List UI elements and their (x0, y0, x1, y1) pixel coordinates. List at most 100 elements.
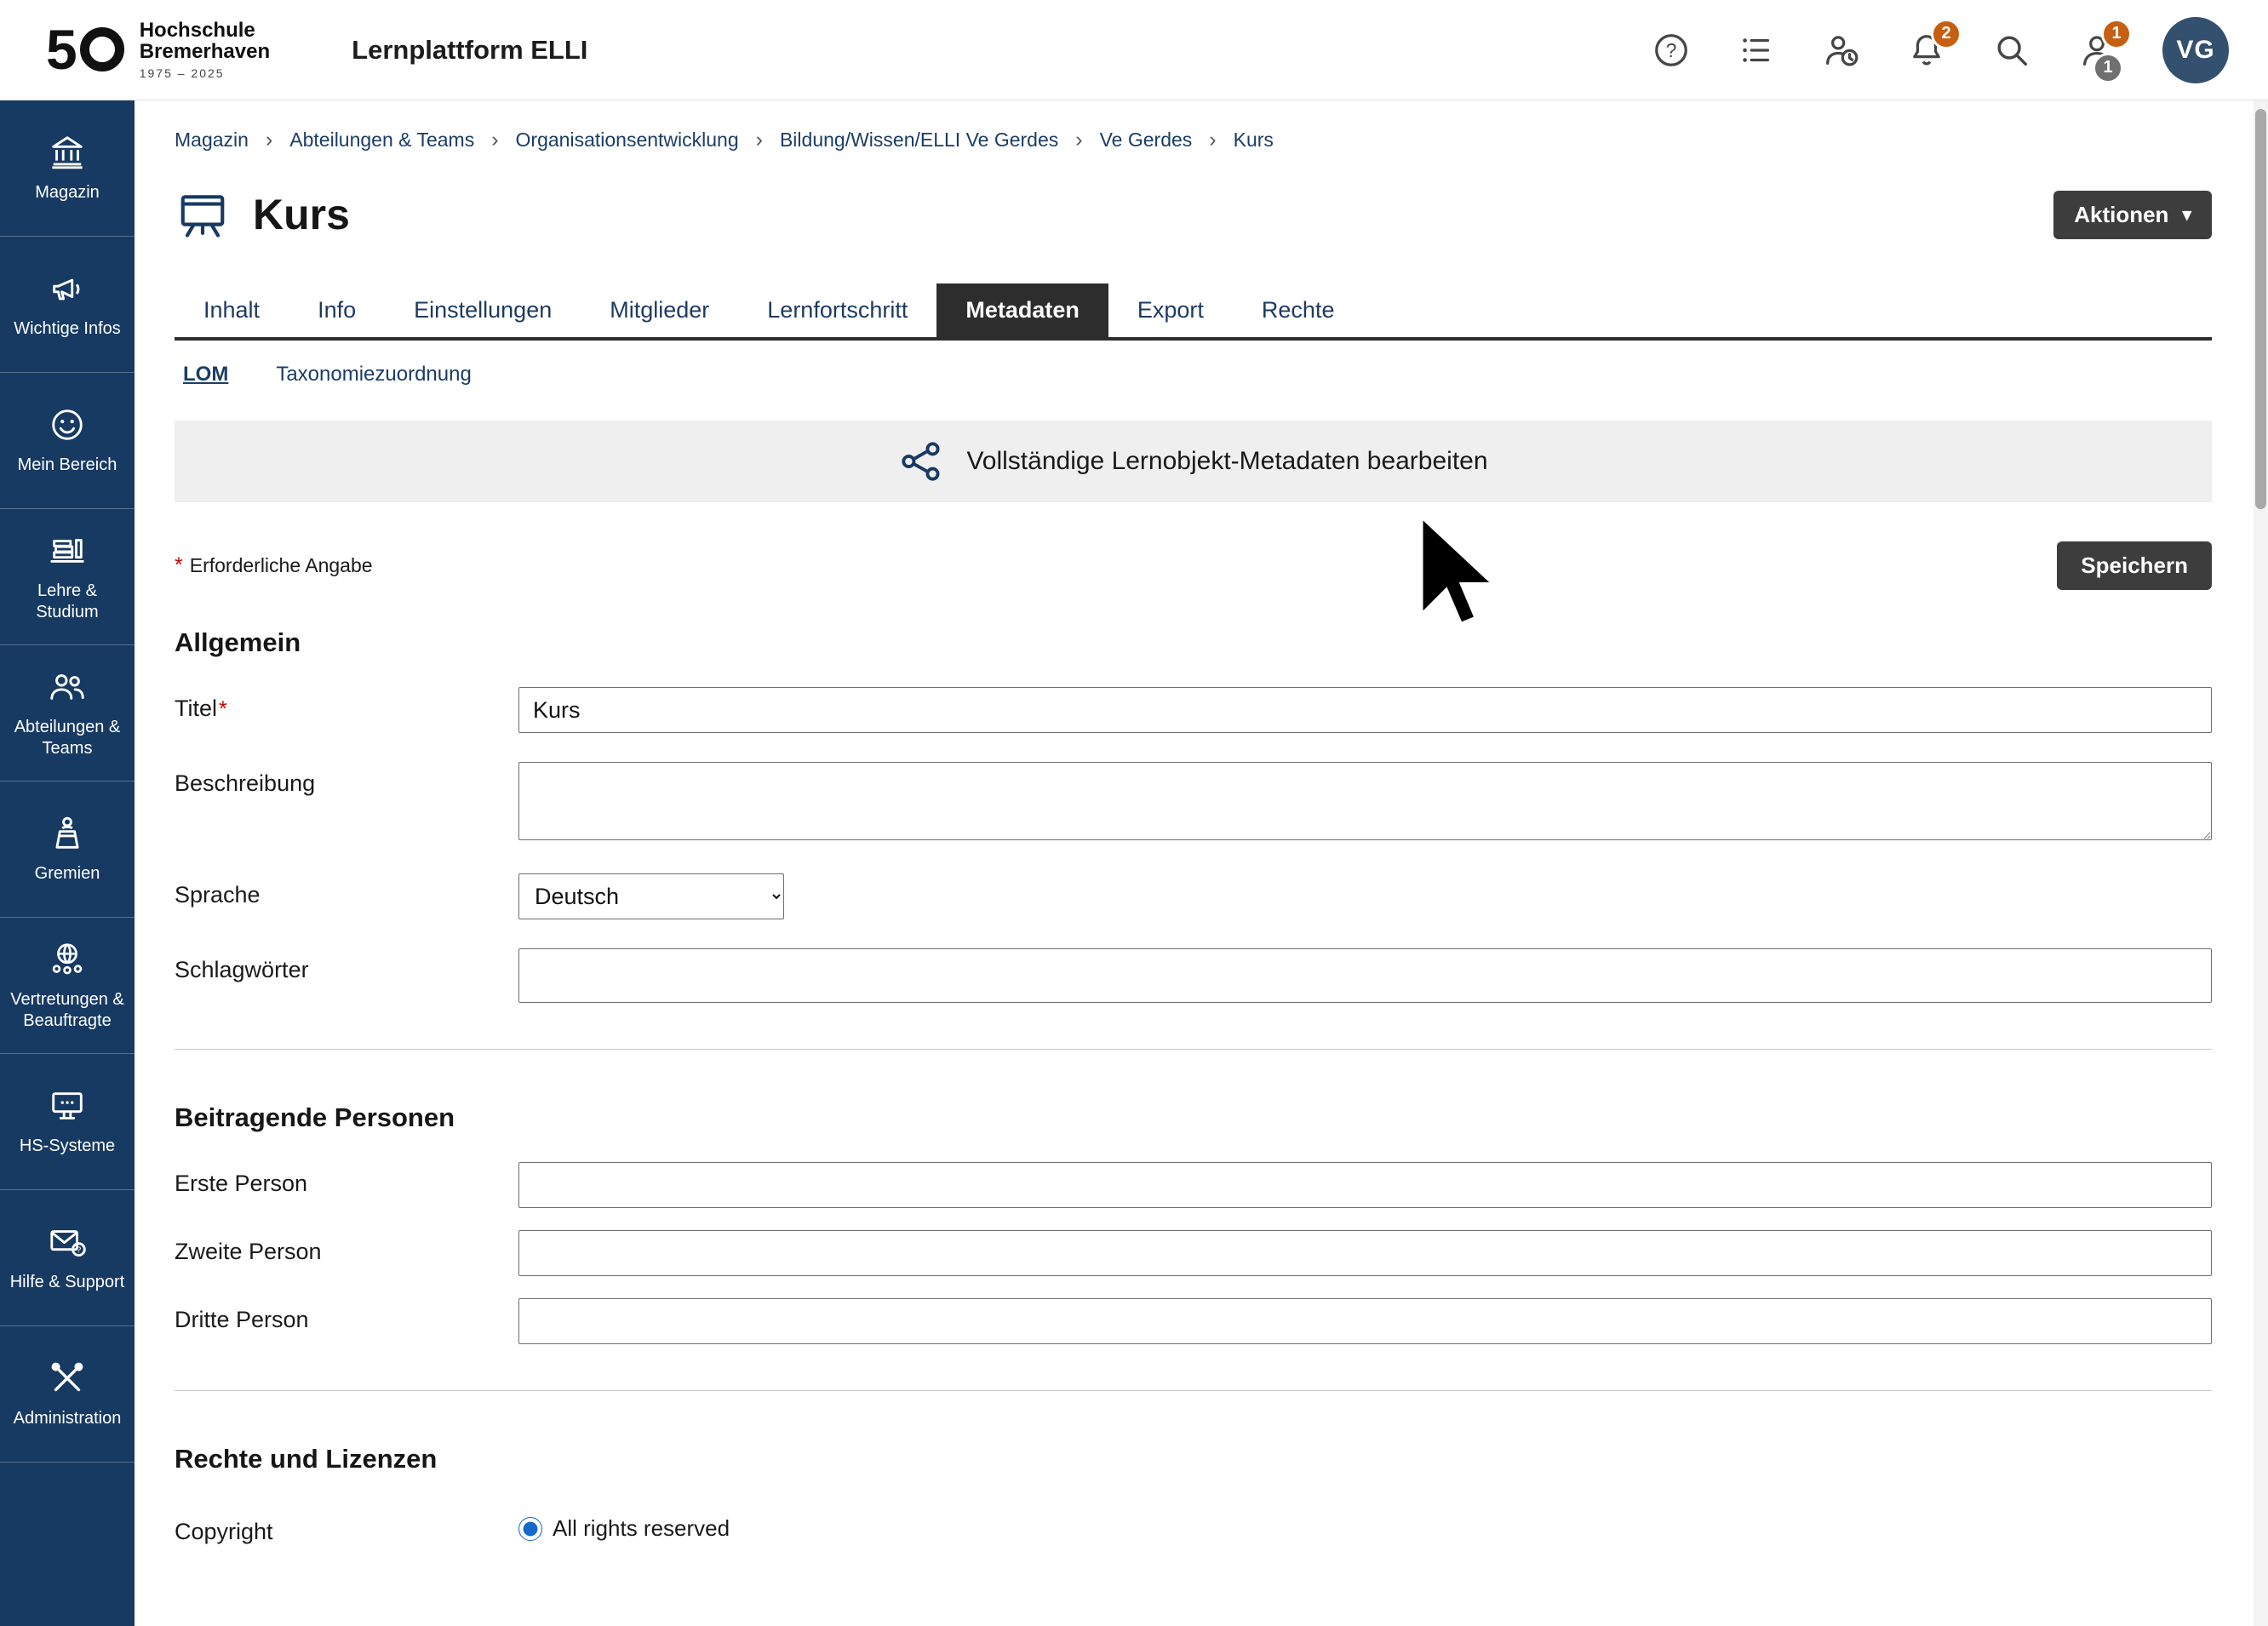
breadcrumb: Magazin Abteilungen & Teams Organisation… (175, 128, 2212, 152)
university-logo: 5 Hochschule Bremerhaven 1975 – 2025 (46, 20, 270, 81)
sidebar-item-label: Wichtige Infos (14, 318, 121, 340)
tab-mitglieder[interactable]: Mitglieder (581, 283, 738, 337)
notifications-bell-icon[interactable]: 2 (1907, 31, 1946, 70)
page-header: Kurs Aktionen (175, 188, 2212, 241)
breadcrumb-item[interactable]: Ve Gerdes (1075, 128, 1192, 152)
form-row-copyright: Copyright All rights reserved (175, 1515, 2212, 1545)
contacts-badge: 1 (2101, 19, 2132, 49)
smiley-icon (48, 405, 87, 444)
tab-lernfortschritt[interactable]: Lernfortschritt (738, 283, 936, 337)
course-board-icon (175, 188, 231, 241)
breadcrumb-item[interactable]: Organisationsentwicklung (491, 128, 738, 152)
breadcrumb-item[interactable]: Bildung/Wissen/ELLI Ve Gerdes (756, 128, 1059, 152)
sidebar-item-label: Gremien (35, 863, 100, 885)
tab-einstellungen[interactable]: Einstellungen (385, 283, 581, 337)
breadcrumb-item[interactable]: Kurs (1209, 128, 1274, 152)
sidebar-item-abteilungen-teams[interactable]: Abteilungen & Teams (0, 645, 135, 782)
top-bar: 5 Hochschule Bremerhaven 1975 – 2025 Ler… (0, 0, 2268, 100)
titel-input[interactable] (518, 687, 2212, 733)
zweite-person-label: Zweite Person (175, 1230, 518, 1265)
form-row-beschreibung: Beschreibung (175, 762, 2212, 844)
form-row-sprache: Sprache Deutsch (175, 873, 2212, 919)
sidebar-item-label: Magazin (35, 182, 100, 203)
monitor-icon (48, 1086, 87, 1125)
banner-label: Vollständige Lernobjekt-Metadaten bearbe… (966, 447, 1487, 476)
user-avatar[interactable]: VG (2162, 17, 2229, 83)
form-row-titel: Titel (175, 687, 2212, 733)
tools-icon (48, 1359, 87, 1398)
globe-people-icon (48, 940, 87, 979)
sidebar-item-hs-systeme[interactable]: HS-Systeme (0, 1054, 135, 1190)
beschreibung-textarea[interactable] (518, 762, 2212, 840)
dritte-person-input[interactable] (518, 1298, 2212, 1344)
required-note: Erforderliche Angabe (175, 553, 373, 578)
breadcrumb-item[interactable]: Abteilungen & Teams (266, 128, 474, 152)
logo-name-line1: Hochschule (140, 20, 270, 42)
actions-dropdown-button[interactable]: Aktionen (2053, 191, 2212, 239)
tab-inhalt[interactable]: Inhalt (175, 283, 289, 337)
section-title-beitragende: Beitragende Personen (175, 1102, 2212, 1133)
section-divider (175, 1390, 2212, 1391)
who-is-online-icon[interactable] (1822, 31, 1861, 70)
copyright-option-label: All rights reserved (553, 1515, 730, 1542)
logo-number: 5 (46, 21, 77, 77)
scrollbar-thumb[interactable] (2255, 109, 2266, 509)
tab-export[interactable]: Export (1108, 283, 1233, 337)
copyright-radio[interactable] (518, 1517, 542, 1541)
zweite-person-input[interactable] (518, 1230, 2212, 1276)
anniversary-50-logo: 5 (46, 21, 124, 77)
notifications-badge: 2 (1931, 19, 1962, 49)
svg-text:?: ? (1666, 39, 1677, 61)
header-actions: ? 2 1 1 VG (1652, 17, 2229, 83)
sidebar-item-gremien[interactable]: Gremien (0, 782, 135, 918)
form-toolbar: Erforderliche Angabe Speichern (175, 541, 2212, 590)
section-title-rechte: Rechte und Lizenzen (175, 1444, 2212, 1474)
search-icon[interactable] (1992, 31, 2031, 70)
svg-text:?: ? (77, 1245, 82, 1255)
scrollbar-track (2254, 100, 2268, 1626)
sprache-select[interactable]: Deutsch (518, 873, 784, 919)
app-title: Lernplattform ELLI (352, 35, 587, 66)
form-row-schlagwoerter: Schlagwörter (175, 948, 2212, 1003)
logo-name-line2: Bremerhaven (140, 41, 270, 63)
sidebar-item-label: HS-Systeme (20, 1136, 115, 1157)
sidebar-item-label: Abteilungen & Teams (5, 717, 129, 759)
sidebar-item-magazin[interactable]: Magazin (0, 100, 135, 237)
subtab-bar: LOM Taxonomiezuordnung (175, 363, 2212, 386)
subtab-lom[interactable]: LOM (183, 363, 228, 386)
schlagwoerter-input[interactable] (518, 948, 2212, 1003)
tab-info[interactable]: Info (289, 283, 385, 337)
save-button[interactable]: Speichern (2057, 541, 2212, 590)
copyright-option[interactable]: All rights reserved (518, 1515, 2212, 1542)
form-row-dritte-person: Dritte Person (175, 1298, 2212, 1344)
tab-rechte[interactable]: Rechte (1233, 283, 1364, 337)
required-asterisk (219, 696, 227, 722)
contacts-icon[interactable]: 1 1 (2077, 31, 2116, 70)
mail-help-icon: ? (48, 1222, 87, 1262)
todo-list-icon[interactable] (1737, 31, 1776, 70)
sidebar-item-administration[interactable]: Administration (0, 1326, 135, 1463)
erste-person-input[interactable] (518, 1162, 2212, 1208)
main-sidebar: Magazin Wichtige Infos Mein Bereich Lehr… (0, 100, 135, 1626)
beschreibung-label: Beschreibung (175, 762, 518, 797)
sidebar-item-wichtige-infos[interactable]: Wichtige Infos (0, 237, 135, 373)
museum-icon (48, 133, 87, 172)
tab-bar: Inhalt Info Einstellungen Mitglieder Ler… (175, 283, 2212, 341)
help-icon[interactable]: ? (1652, 31, 1691, 70)
subtab-taxonomiezuordnung[interactable]: Taxonomiezuordnung (276, 363, 472, 386)
sprache-label: Sprache (175, 873, 518, 908)
copyright-label: Copyright (175, 1515, 518, 1545)
sidebar-item-mein-bereich[interactable]: Mein Bereich (0, 373, 135, 509)
sidebar-item-vertretungen[interactable]: Vertretungen & Beauftragte (0, 918, 135, 1054)
edit-full-metadata-banner[interactable]: Vollständige Lernobjekt-Metadaten bearbe… (175, 421, 2212, 502)
erste-person-label: Erste Person (175, 1162, 518, 1197)
contacts-secondary-badge: 1 (2093, 53, 2123, 83)
sidebar-item-label: Lehre & Studium (5, 581, 129, 623)
sidebar-item-lehre-studium[interactable]: Lehre & Studium (0, 509, 135, 645)
breadcrumb-item[interactable]: Magazin (175, 129, 249, 152)
tab-metadaten[interactable]: Metadaten (936, 283, 1108, 337)
sidebar-item-label: Mein Bereich (18, 455, 117, 476)
logo-ring (80, 27, 124, 72)
sidebar-item-hilfe-support[interactable]: ? Hilfe & Support (0, 1190, 135, 1326)
people-icon (48, 667, 87, 707)
